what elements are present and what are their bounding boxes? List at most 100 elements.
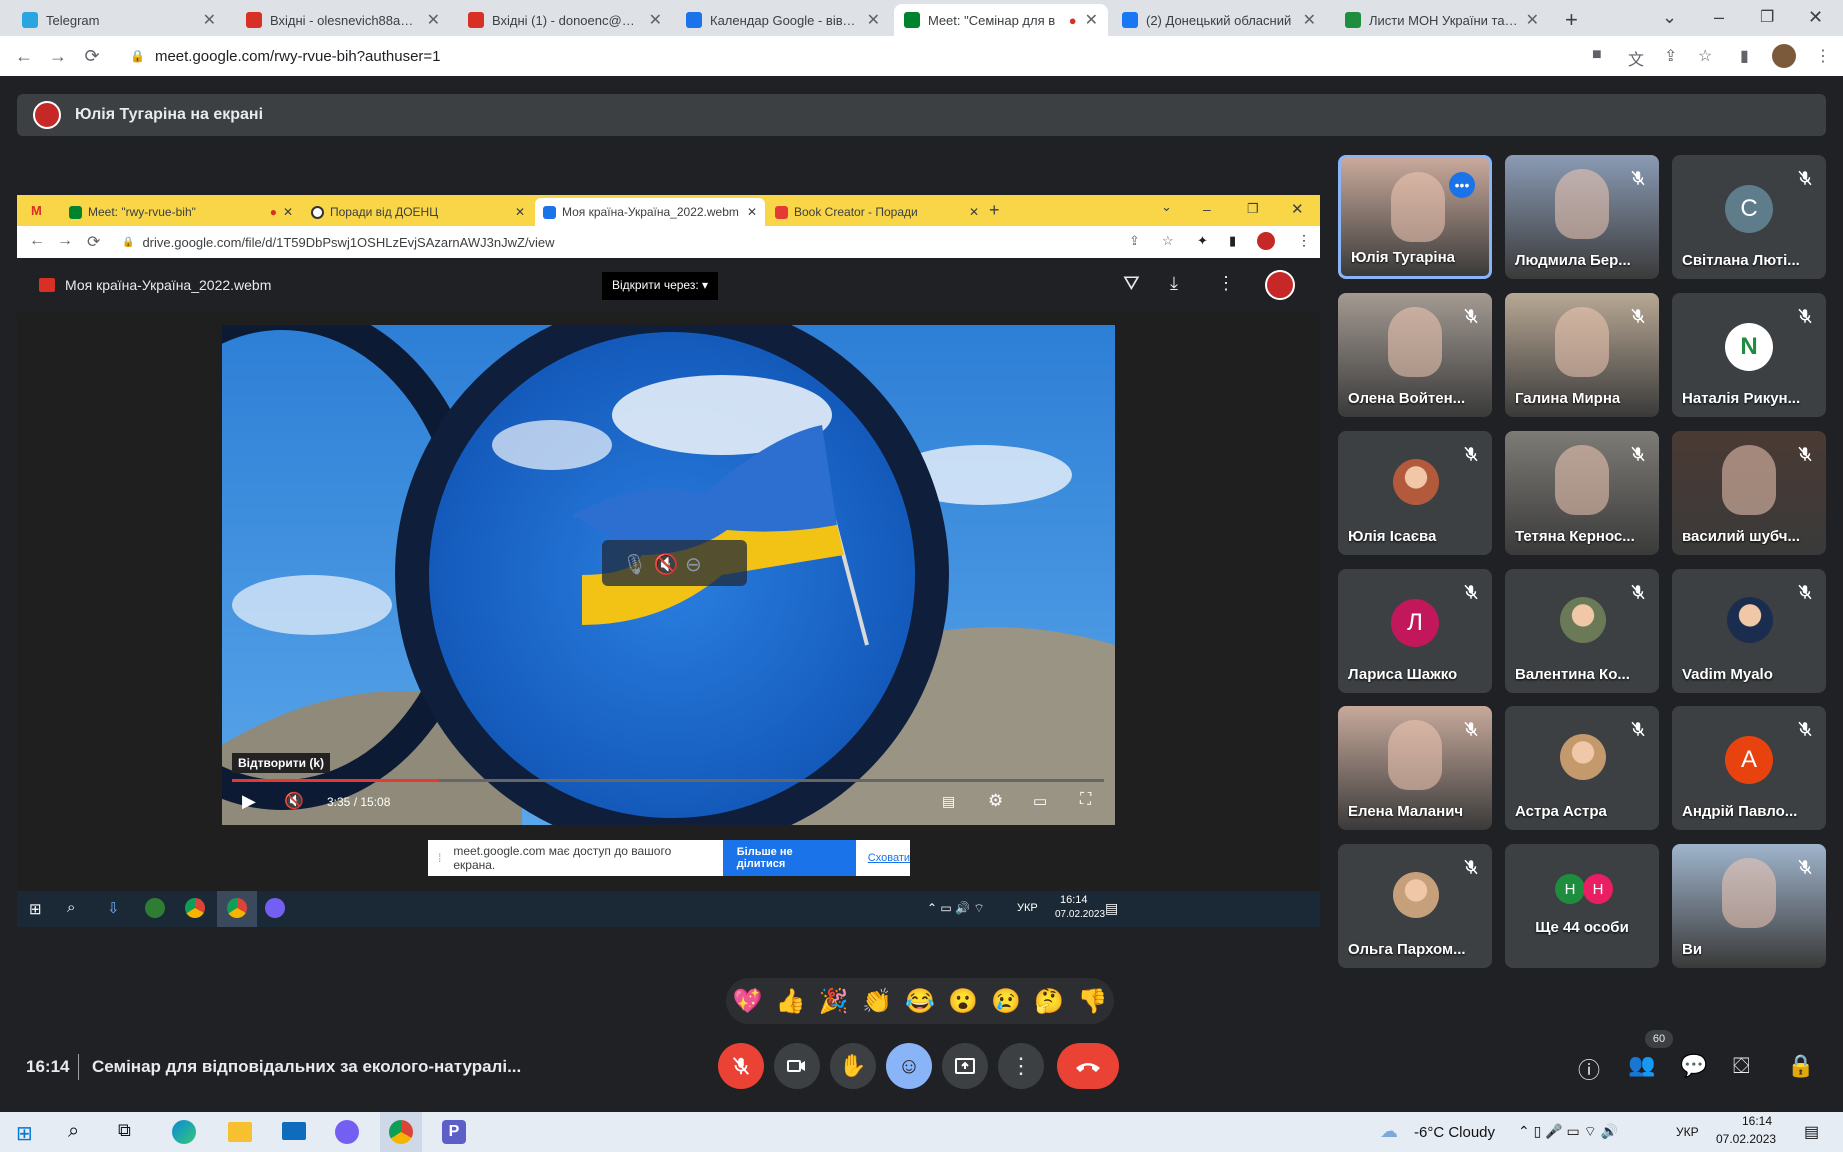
close-icon[interactable]: ✕: [515, 205, 525, 219]
url-field[interactable]: 🔒 meet.google.com/rwy-rvue-bih?authuser=…: [120, 42, 1570, 70]
viber-icon[interactable]: [335, 1120, 359, 1144]
participant-tile[interactable]: Тетяна Кернос...: [1505, 431, 1659, 555]
file-explorer-icon[interactable]: [228, 1122, 252, 1142]
close-window-icon[interactable]: ✕: [1291, 200, 1304, 218]
new-tab-icon[interactable]: +: [1565, 7, 1578, 33]
reactions-button[interactable]: ☺: [886, 1043, 932, 1089]
participant-tile[interactable]: Vadim Myalo: [1672, 569, 1826, 693]
participant-tile[interactable]: Н Н Ще 44 особи: [1505, 844, 1659, 968]
leave-call-button[interactable]: [1057, 1043, 1119, 1089]
browser-tab[interactable]: Вхідні (1) - donoenc@gma ✕: [458, 4, 672, 36]
language-indicator[interactable]: УКР: [1676, 1125, 1699, 1139]
close-icon[interactable]: ✕: [1085, 10, 1098, 30]
host-controls-icon[interactable]: 🔒: [1787, 1053, 1814, 1079]
close-icon[interactable]: ✕: [1526, 10, 1539, 30]
share-icon[interactable]: ⇪: [1664, 46, 1677, 66]
task-view-icon[interactable]: ⧉: [118, 1120, 131, 1141]
participant-tile[interactable]: Олена Войтен...: [1338, 293, 1492, 417]
close-icon[interactable]: ✕: [649, 10, 662, 30]
chevron-down-icon[interactable]: ⌄: [1161, 199, 1172, 215]
participant-tile[interactable]: Елена Маланич: [1338, 706, 1492, 830]
reaction-emoji[interactable]: 👎: [1077, 987, 1107, 1016]
close-icon[interactable]: ✕: [867, 10, 880, 30]
shared-tab[interactable]: Book Creator - Поради ✕: [767, 198, 987, 226]
shared-tab-active[interactable]: Моя країна-Україна_2022.webm ✕: [535, 198, 765, 226]
participant-tile[interactable]: Ольга Пархом...: [1338, 844, 1492, 968]
reaction-emoji[interactable]: 😮: [948, 987, 978, 1016]
reaction-emoji[interactable]: 🎉: [819, 987, 849, 1016]
shared-tab[interactable]: Meet: "rwy-rvue-bih" ● ✕: [61, 198, 301, 226]
close-icon[interactable]: ✕: [283, 205, 293, 219]
reaction-emoji[interactable]: 😂: [905, 987, 935, 1016]
bookmark-star-icon[interactable]: ☆: [1698, 46, 1712, 66]
notifications-icon[interactable]: ▤: [1804, 1122, 1819, 1142]
present-button[interactable]: [942, 1043, 988, 1089]
mic-off-button[interactable]: [718, 1043, 764, 1089]
camera-button[interactable]: [774, 1043, 820, 1089]
mic-muted-icon: [1796, 307, 1814, 325]
more-options-icon[interactable]: •••: [1449, 172, 1475, 198]
browser-tab[interactable]: (2) Донецький обласний ✕: [1112, 4, 1326, 36]
browser-tab[interactable]: Листи МОН України та НУ ✕: [1335, 4, 1549, 36]
participant-tile[interactable]: Л Лариса Шажко: [1338, 569, 1492, 693]
participant-name: Олена Войтен...: [1348, 390, 1466, 407]
browser-tab[interactable]: Telegram ✕: [12, 4, 226, 36]
side-panel-icon[interactable]: ▮: [1740, 46, 1749, 66]
translate-icon[interactable]: 文: [1628, 46, 1644, 70]
tray-icons[interactable]: ⌃ ▯ 🎤 ▭ ⌔ 🔊: [1518, 1123, 1618, 1141]
forward-icon[interactable]: →: [40, 46, 76, 67]
participant-tile[interactable]: василий шубч...: [1672, 431, 1826, 555]
minimize-icon[interactable]: –: [1714, 7, 1724, 28]
more-options-button[interactable]: ⋮: [998, 1043, 1044, 1089]
shared-tab[interactable]: Поради від ДОЕНЦ ✕: [303, 198, 533, 226]
restore-icon[interactable]: ❐: [1247, 201, 1259, 217]
chevron-down-icon[interactable]: ⌄: [1662, 7, 1677, 28]
reaction-emoji[interactable]: 🤔: [1034, 987, 1064, 1016]
close-icon[interactable]: ✕: [203, 10, 216, 30]
close-icon[interactable]: ✕: [1303, 10, 1316, 30]
people-icon[interactable]: 👥: [1628, 1052, 1655, 1078]
participant-tile[interactable]: N Наталія Рикун...: [1672, 293, 1826, 417]
app-p-icon[interactable]: P: [442, 1120, 466, 1144]
browser-tab[interactable]: Meet: "Семінар для в ● ✕: [894, 4, 1108, 36]
activities-icon[interactable]: ⛋: [1733, 1053, 1750, 1079]
info-icon[interactable]: ⓘ: [1578, 1053, 1600, 1085]
chat-icon[interactable]: 💬: [1680, 1053, 1707, 1079]
windows-start-icon[interactable]: ⊞: [16, 1121, 33, 1146]
participant-tile[interactable]: А Андрій Павло...: [1672, 706, 1826, 830]
raise-hand-button[interactable]: ✋: [830, 1043, 876, 1089]
search-icon[interactable]: ⌕: [68, 1120, 79, 1143]
close-icon[interactable]: ✕: [969, 205, 979, 219]
edge-icon[interactable]: [172, 1120, 196, 1144]
participant-tile[interactable]: С Світлана Люті...: [1672, 155, 1826, 279]
reaction-emoji[interactable]: 💖: [733, 987, 763, 1016]
browser-tab[interactable]: Календар Google - вівтор ✕: [676, 4, 890, 36]
profile-avatar[interactable]: [1772, 44, 1796, 68]
browser-tab[interactable]: Вхідні - olesnevich88a@gm ✕: [236, 4, 450, 36]
back-icon[interactable]: ←: [6, 46, 42, 67]
new-tab-icon[interactable]: +: [989, 200, 1000, 221]
participant-tile[interactable]: Астра Астра: [1505, 706, 1659, 830]
mail-icon[interactable]: [282, 1122, 306, 1140]
reaction-emoji[interactable]: 😢: [991, 987, 1021, 1016]
minimize-icon[interactable]: –: [1203, 201, 1211, 217]
participant-tile[interactable]: Галина Мирна: [1505, 293, 1659, 417]
tab-label: Вхідні (1) - donoenc@gma: [492, 12, 641, 28]
reaction-emoji[interactable]: 👏: [862, 987, 892, 1016]
close-window-icon[interactable]: ✕: [1808, 7, 1823, 28]
restore-icon[interactable]: ❐: [1760, 7, 1774, 27]
camera-icon[interactable]: ■: [1592, 46, 1602, 64]
participant-tile[interactable]: Валентина Ко...: [1505, 569, 1659, 693]
clock-time[interactable]: 16:14: [1742, 1114, 1772, 1128]
clock-date[interactable]: 07.02.2023: [1716, 1132, 1776, 1146]
participant-tile[interactable]: Юлія Ісаєва: [1338, 431, 1492, 555]
chrome-active-icon[interactable]: [380, 1112, 422, 1152]
participant-tile[interactable]: Людмила Бер...: [1505, 155, 1659, 279]
close-icon[interactable]: ✕: [747, 205, 757, 219]
menu-icon[interactable]: ⋮: [1815, 46, 1831, 66]
reaction-emoji[interactable]: 👍: [776, 987, 806, 1016]
participant-tile[interactable]: Юлія Тугаріна •••: [1338, 155, 1492, 279]
participant-tile[interactable]: Ви: [1672, 844, 1826, 968]
close-icon[interactable]: ✕: [427, 10, 440, 30]
reload-icon[interactable]: ⟳: [74, 46, 110, 67]
